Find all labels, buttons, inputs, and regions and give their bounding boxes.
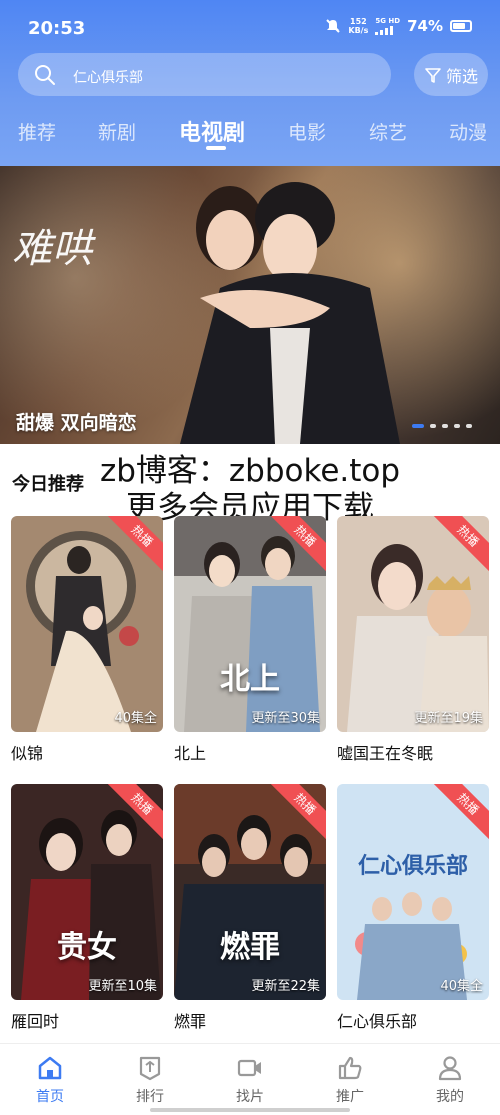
battery-percent: 74% xyxy=(407,17,443,35)
episode-badge: 更新至22集 xyxy=(251,979,320,994)
poster[interactable]: 热播 40集全 xyxy=(11,516,163,732)
poster[interactable]: 热播 更新至19集 xyxy=(337,516,489,732)
signal-icon xyxy=(375,26,394,35)
drama-card[interactable]: 热播 更新至19集 嘘国王在冬眠 xyxy=(337,516,489,764)
poster[interactable]: 北上 热播 更新至30集 xyxy=(174,516,326,732)
episode-badge: 40集全 xyxy=(440,979,483,994)
search-icon xyxy=(35,65,55,85)
poster-title: 仁心俱乐部 xyxy=(357,853,468,879)
tab-variety[interactable]: 综艺 xyxy=(369,118,407,145)
banner-logo: 难哄 xyxy=(12,226,92,272)
episode-badge: 40集全 xyxy=(114,711,157,726)
banner-caption: 甜爆 双向暗恋 xyxy=(16,412,137,434)
home-icon xyxy=(38,1056,62,1080)
poster-title: 贵女 xyxy=(57,930,117,965)
tab-new-dramas[interactable]: 新剧 xyxy=(98,118,136,145)
episode-badge: 更新至19集 xyxy=(414,711,483,726)
filter-icon xyxy=(425,67,441,83)
tab-indicator xyxy=(206,146,226,150)
carousel-dot[interactable] xyxy=(412,424,424,428)
network-speed: 152 KB/s xyxy=(348,17,368,35)
nav-label: 首页 xyxy=(36,1089,64,1105)
video-icon xyxy=(237,1059,261,1077)
drama-card[interactable]: 仁心俱乐部 热播 40集全 仁心俱乐部 xyxy=(337,784,489,1032)
search-placeholder: 仁心俱乐部 xyxy=(73,70,143,86)
mute-icon xyxy=(326,19,341,33)
filter-label: 筛选 xyxy=(445,66,478,86)
card-title[interactable]: 嘘国王在冬眠 xyxy=(337,740,489,764)
network-speed-unit: KB/s xyxy=(348,26,369,35)
card-title[interactable]: 仁心俱乐部 xyxy=(337,1008,489,1032)
poster[interactable]: 贵女 热播 更新至10集 xyxy=(11,784,163,1000)
nav-label: 推广 xyxy=(336,1089,364,1105)
network-type: 5G HD xyxy=(375,17,400,35)
bottom-nav: 首页 排行 找片 推广 我的 xyxy=(0,1043,500,1115)
tab-tv-series[interactable]: 电视剧 xyxy=(179,115,245,147)
network-type-label: 5G HD xyxy=(375,17,401,25)
home-indicator[interactable] xyxy=(150,1108,350,1112)
nav-label: 我的 xyxy=(436,1089,464,1105)
user-icon xyxy=(438,1056,462,1081)
featured-banner[interactable]: 难哄 甜爆 双向暗恋 xyxy=(0,166,500,444)
tab-recommend[interactable]: 推荐 xyxy=(18,118,56,145)
poster-title: 北上 xyxy=(220,662,280,697)
category-tabs: 推荐 新剧 电视剧 电影 综艺 动漫 xyxy=(0,110,500,160)
carousel-dot[interactable] xyxy=(430,424,436,428)
drama-card[interactable]: 北上 热播 更新至30集 北上 xyxy=(174,516,326,764)
drama-card[interactable]: 贵女 热播 更新至10集 雁回时 xyxy=(11,784,163,1032)
episode-badge: 更新至10集 xyxy=(88,979,157,994)
card-title[interactable]: 北上 xyxy=(174,740,326,764)
carousel-dot[interactable] xyxy=(454,424,460,428)
card-title[interactable]: 似锦 xyxy=(11,740,163,764)
nav-find-videos[interactable]: 找片 xyxy=(210,1054,290,1106)
status-bar: 20:53 152 KB/s 5G HD 74% xyxy=(0,0,500,56)
poster-title: 燃罪 xyxy=(220,930,280,965)
tab-anime[interactable]: 动漫 xyxy=(449,118,487,145)
poster[interactable]: 仁心俱乐部 热播 40集全 xyxy=(337,784,489,1000)
drama-card[interactable]: 热播 40集全 似锦 xyxy=(11,516,163,764)
carousel-dots xyxy=(412,424,472,428)
card-title[interactable]: 燃罪 xyxy=(174,1008,326,1032)
battery-icon xyxy=(450,20,472,32)
episode-badge: 更新至30集 xyxy=(251,711,320,726)
nav-profile[interactable]: 我的 xyxy=(410,1054,490,1106)
status-indicators: 152 KB/s 5G HD 74% xyxy=(325,17,472,35)
tab-movies[interactable]: 电影 xyxy=(288,118,326,145)
drama-card[interactable]: 燃罪 热播 更新至22集 燃罪 xyxy=(174,784,326,1032)
carousel-dot[interactable] xyxy=(466,424,472,428)
nav-home[interactable]: 首页 xyxy=(10,1054,90,1106)
banner-image xyxy=(180,182,400,444)
poster[interactable]: 燃罪 热播 更新至22集 xyxy=(174,784,326,1000)
network-speed-value: 152 xyxy=(350,17,367,26)
thumbs-up-icon xyxy=(338,1056,362,1080)
nav-promote[interactable]: 推广 xyxy=(310,1054,390,1106)
ranking-icon xyxy=(139,1056,161,1081)
header: 20:53 152 KB/s 5G HD 74% 仁心俱乐部 筛选 推荐 新剧 … xyxy=(0,0,500,166)
carousel-dot[interactable] xyxy=(442,424,448,428)
filter-button[interactable]: 筛选 xyxy=(414,53,488,96)
nav-label: 找片 xyxy=(236,1089,264,1105)
nav-label: 排行 xyxy=(136,1089,164,1105)
status-time: 20:53 xyxy=(28,18,86,39)
nav-ranking[interactable]: 排行 xyxy=(110,1054,190,1106)
card-title[interactable]: 雁回时 xyxy=(11,1008,163,1032)
search-input[interactable]: 仁心俱乐部 xyxy=(18,53,391,96)
